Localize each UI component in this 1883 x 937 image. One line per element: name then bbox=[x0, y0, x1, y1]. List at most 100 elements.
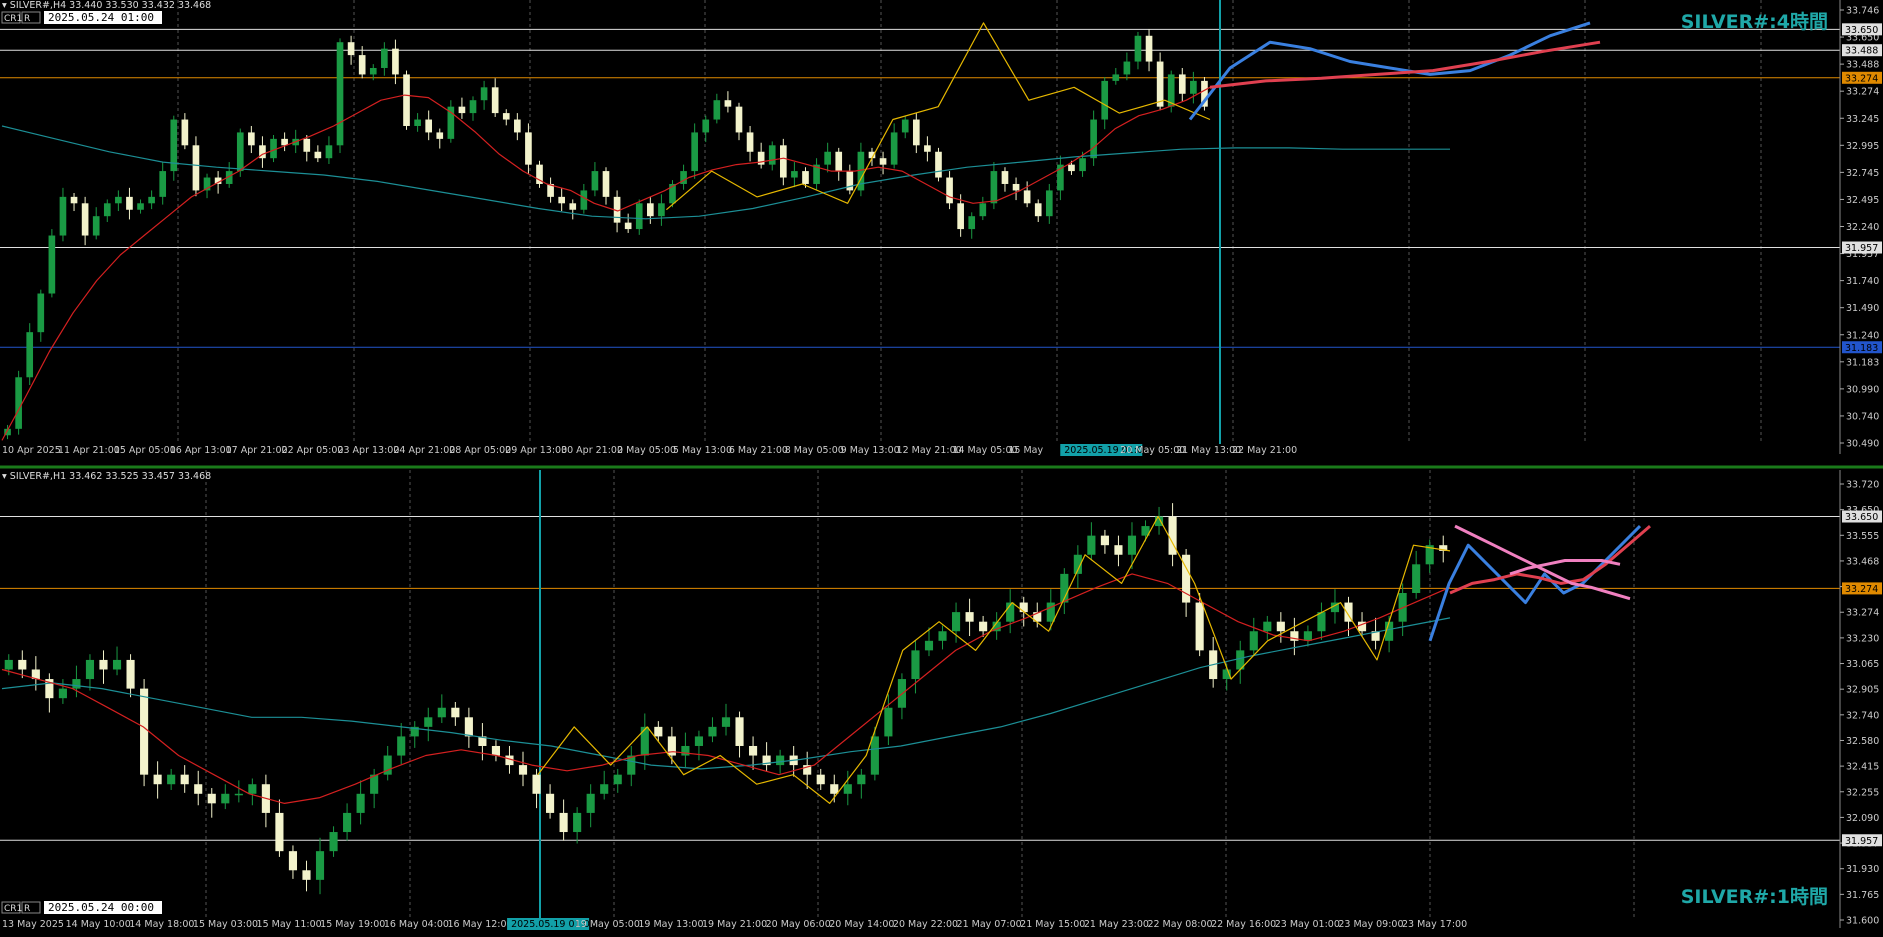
time-tick-label: 22 Apr 05:00 bbox=[282, 445, 344, 456]
chart-badge-label: CR1 bbox=[4, 14, 22, 24]
moving-average-fast bbox=[1, 573, 1451, 805]
time-tick-label: 30 Apr 21:00 bbox=[561, 445, 623, 456]
time-tick-label: 15 May bbox=[1008, 445, 1043, 456]
price-tick-label: 31.765 bbox=[1846, 890, 1879, 901]
candle-body bbox=[708, 726, 717, 737]
price-level-badge-label: 33.650 bbox=[1845, 25, 1878, 36]
candle-body bbox=[302, 870, 311, 880]
candle-body bbox=[99, 659, 108, 670]
candle-body bbox=[72, 679, 81, 689]
candle-body bbox=[491, 745, 501, 756]
time-tick-label: 16 May 12:00 bbox=[447, 919, 512, 930]
candle-body bbox=[532, 774, 541, 794]
chart-badge-label: CR1 bbox=[4, 904, 22, 914]
candle-body bbox=[1412, 564, 1421, 593]
candle-body bbox=[573, 812, 582, 833]
chart-canvas[interactable]: 33.746 33.650 33.488 33.274 33.245 32.995 32.7… bbox=[0, 0, 1883, 937]
candle-body bbox=[70, 196, 78, 204]
h1-chart-panel[interactable]: 33.72033.65033.55533.46833.39533.27433.2… bbox=[0, 470, 1882, 930]
candle-body bbox=[358, 55, 366, 75]
candle-body bbox=[392, 48, 399, 75]
candle-body bbox=[884, 707, 893, 737]
price-level-badge-label: 33.488 bbox=[1845, 46, 1878, 57]
price-tick-label: 32.255 bbox=[1846, 787, 1879, 798]
candle-body bbox=[702, 119, 710, 133]
candle-body bbox=[26, 332, 34, 378]
candle-body bbox=[1276, 621, 1285, 632]
candle-body bbox=[946, 177, 953, 204]
candle-body bbox=[1101, 80, 1109, 120]
chart-watermark: SILVER#:1時間 bbox=[1681, 886, 1828, 908]
candle-body bbox=[935, 151, 942, 178]
candle-body bbox=[694, 736, 703, 746]
price-tick-label: 30.740 bbox=[1846, 411, 1879, 422]
price-level-badge-label: 31.183 bbox=[1845, 343, 1878, 354]
price-tick-label: 31.183 bbox=[1846, 357, 1879, 368]
candle-body bbox=[236, 132, 244, 172]
price-tick-label: 32.495 bbox=[1846, 195, 1879, 206]
candle-body bbox=[1123, 61, 1131, 75]
candle-body bbox=[1112, 74, 1120, 81]
zigzag-line bbox=[666, 22, 1211, 211]
candle-body bbox=[901, 119, 909, 133]
price-level-badge-label: 31.957 bbox=[1845, 836, 1878, 847]
candle-body bbox=[480, 87, 488, 101]
candle-body bbox=[59, 196, 67, 236]
candle-body bbox=[965, 612, 974, 622]
candle-body bbox=[640, 726, 649, 756]
price-tick-label: 33.488 bbox=[1846, 60, 1879, 71]
time-tick-label: 21 May 23:00 bbox=[1084, 919, 1149, 930]
candle-body bbox=[951, 612, 961, 632]
candle-body bbox=[159, 171, 167, 197]
candle-body bbox=[347, 42, 355, 56]
candle-body bbox=[315, 851, 325, 880]
h4-chart-panel[interactable]: 33.746 33.650 33.488 33.274 33.245 32.995 32.7… bbox=[0, 0, 1882, 456]
candle-body bbox=[1114, 545, 1123, 555]
time-tick-label: 22 May 21:00 bbox=[1232, 445, 1297, 456]
candle-body bbox=[85, 659, 95, 680]
candle-body bbox=[569, 203, 577, 210]
time-tick-label: 29 Apr 13:00 bbox=[505, 445, 567, 456]
candle-body bbox=[830, 784, 839, 794]
symbol-header: ▾ SILVER#,H1 33.462 33.525 33.457 33.468 bbox=[2, 471, 211, 482]
candle-body bbox=[735, 106, 743, 133]
time-tick-label: 23 Apr 13:00 bbox=[337, 445, 399, 456]
price-tick-label: 32.905 bbox=[1846, 685, 1879, 696]
candle-body bbox=[1127, 535, 1137, 555]
candle-body bbox=[979, 203, 987, 217]
candle-body bbox=[288, 851, 298, 871]
price-tick-label: 31.930 bbox=[1846, 864, 1879, 875]
candle-body bbox=[356, 793, 365, 813]
candle-body bbox=[180, 774, 189, 785]
candle-body bbox=[1100, 535, 1109, 546]
candle-body bbox=[1178, 74, 1186, 94]
candle-body bbox=[18, 659, 27, 670]
price-tick-label: 30.990 bbox=[1846, 384, 1879, 395]
candle-body bbox=[602, 171, 610, 197]
chart-badge-label: R bbox=[24, 14, 30, 24]
time-tick-label: 15 May 11:00 bbox=[257, 919, 322, 930]
projection-blue bbox=[1428, 525, 1642, 642]
price-tick-label: 32.090 bbox=[1846, 813, 1879, 824]
candle-body bbox=[221, 793, 230, 804]
candle-body bbox=[724, 100, 732, 107]
candle-body bbox=[248, 784, 257, 794]
candle-body bbox=[968, 216, 976, 230]
time-tick-label: 5 May 13:00 bbox=[673, 445, 732, 456]
candle-body bbox=[58, 688, 67, 699]
candle-body bbox=[749, 745, 758, 756]
candle-body bbox=[938, 631, 947, 641]
candle-body bbox=[580, 190, 588, 210]
candle-body bbox=[911, 650, 920, 680]
candle-body bbox=[167, 774, 176, 785]
candle-body bbox=[658, 203, 665, 217]
candle-body bbox=[403, 74, 410, 126]
candle-body bbox=[924, 145, 931, 152]
price-tick-label: 32.580 bbox=[1846, 736, 1879, 747]
time-tick-label: 21 May 15:00 bbox=[1020, 919, 1085, 930]
time-tick-label: 11 Apr 21:00 bbox=[58, 445, 120, 456]
candle-body bbox=[1156, 61, 1164, 107]
candle-body bbox=[303, 138, 311, 152]
zigzag-line bbox=[537, 515, 1451, 805]
candle-body bbox=[1045, 190, 1053, 217]
